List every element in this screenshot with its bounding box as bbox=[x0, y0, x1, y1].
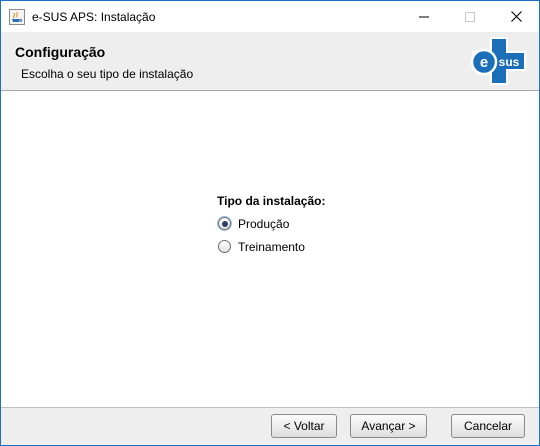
minimize-icon bbox=[419, 16, 429, 17]
window-title: e-SUS APS: Instalação bbox=[32, 10, 156, 24]
installer-window: e-SUS APS: Instalação Configuração Escol… bbox=[0, 0, 540, 446]
back-button[interactable]: < Voltar bbox=[271, 414, 337, 438]
install-type-label: Tipo da instalação: bbox=[217, 194, 326, 208]
maximize-icon bbox=[465, 11, 475, 22]
radio-option-treinamento[interactable]: Treinamento bbox=[218, 235, 325, 258]
wizard-footer: < Voltar Avançar > Cancelar bbox=[1, 408, 539, 445]
java-cup-icon bbox=[9, 9, 25, 25]
logo-text: sus bbox=[499, 55, 520, 69]
page-title: Configuração bbox=[15, 44, 106, 60]
close-icon bbox=[510, 11, 522, 22]
radio-button-checked[interactable] bbox=[218, 217, 231, 230]
radio-option-producao[interactable]: Produção bbox=[218, 212, 325, 235]
install-type-group: Tipo da instalação: Produção Treinamento bbox=[217, 194, 325, 258]
logo-letter: e bbox=[480, 54, 488, 71]
esus-logo: e sus bbox=[470, 37, 526, 85]
wizard-content: Tipo da instalação: Produção Treinamento bbox=[1, 91, 539, 408]
radio-button-unchecked[interactable] bbox=[218, 240, 231, 253]
page-subtitle: Escolha o seu tipo de instalação bbox=[21, 67, 194, 81]
cancel-button[interactable]: Cancelar bbox=[451, 414, 525, 438]
radio-label-producao[interactable]: Produção bbox=[238, 217, 289, 231]
maximize-button[interactable] bbox=[447, 1, 493, 32]
next-button[interactable]: Avançar > bbox=[350, 414, 427, 438]
title-bar[interactable]: e-SUS APS: Instalação bbox=[1, 1, 539, 32]
close-button[interactable] bbox=[493, 1, 539, 32]
wizard-header: Configuração Escolha o seu tipo de insta… bbox=[1, 32, 539, 91]
minimize-button[interactable] bbox=[401, 1, 447, 32]
radio-label-treinamento[interactable]: Treinamento bbox=[238, 240, 305, 254]
